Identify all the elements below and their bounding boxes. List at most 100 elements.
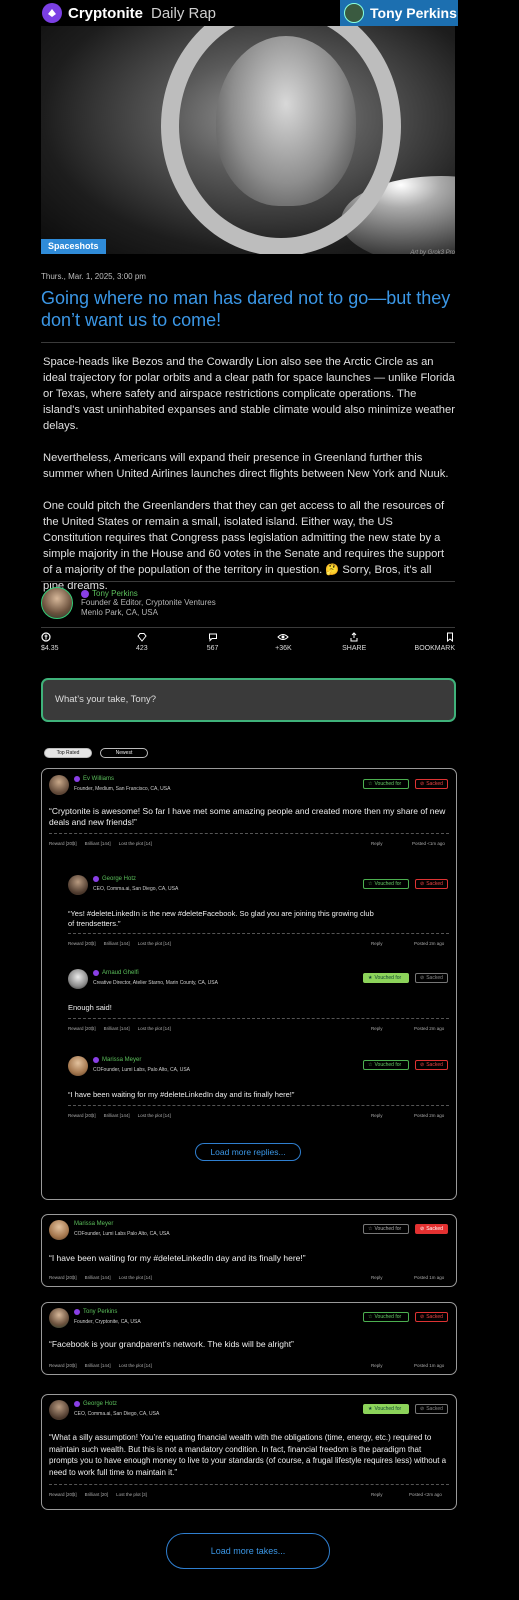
- author-name[interactable]: Tony Perkins: [92, 589, 138, 598]
- reward-button[interactable]: Reward [20₿]: [68, 1026, 96, 1031]
- vouch-button[interactable]: ☆ Vouched for: [363, 1312, 409, 1322]
- vouch-label: Vouched for: [374, 1226, 402, 1232]
- reply-button[interactable]: Reply: [371, 1363, 383, 1368]
- reply-button[interactable]: Reply: [371, 941, 383, 946]
- vouch-button[interactable]: ☆ Vouched for: [363, 779, 409, 789]
- lost-plot-button[interactable]: Lost the plot [3]: [116, 1492, 147, 1497]
- article-stats: $4.35 423 567 +36K SHARE BOOKMARK: [41, 632, 455, 658]
- verified-icon: [93, 970, 99, 976]
- ban-icon: ⊘: [420, 1406, 425, 1412]
- brilliant-button[interactable]: Brilliant [144]: [104, 1026, 130, 1031]
- comment-reactions: Reward [20₿] Brilliant [144] Lost the pl…: [68, 1026, 171, 1031]
- filter-top-rated[interactable]: Top Rated: [44, 748, 92, 758]
- vouch-button[interactable]: ☆ Vouched for: [363, 1224, 409, 1234]
- vouch-button[interactable]: ☆ Vouched for: [363, 1060, 409, 1070]
- reward-button[interactable]: Reward [20₿]: [49, 841, 77, 846]
- brilliant-button[interactable]: Brilliant [144]: [85, 1275, 111, 1280]
- user-name: Tony Perkins: [370, 5, 457, 21]
- comments-stat[interactable]: 567: [183, 632, 243, 658]
- author-role: Founder & Editor, Cryptonite Ventures: [81, 598, 216, 607]
- lost-plot-button[interactable]: Lost the plot [14]: [138, 1113, 171, 1118]
- reply-button[interactable]: Reply: [371, 1275, 383, 1280]
- lost-plot-button[interactable]: Lost the plot [14]: [119, 841, 152, 846]
- sack-label: Sacked: [426, 881, 443, 887]
- astronaut-face: [216, 36, 356, 206]
- user-menu[interactable]: Tony Perkins: [340, 0, 458, 26]
- commenter-name[interactable]: Arnaud Ghelfi: [102, 970, 139, 976]
- divider: [49, 833, 449, 834]
- vouch-label: Vouched for: [374, 1314, 402, 1320]
- sack-button[interactable]: ⊘ Sacked: [415, 973, 448, 983]
- load-more-takes-button[interactable]: Load more takes...: [166, 1533, 330, 1569]
- commenter-avatar[interactable]: [49, 1308, 69, 1328]
- reply-button[interactable]: Reply: [371, 841, 383, 846]
- sack-button[interactable]: ⊘ Sacked: [415, 1312, 448, 1322]
- brilliant-button[interactable]: Brilliant [144]: [85, 1363, 111, 1368]
- comment: Ev Williams Founder, Medium, San Francis…: [49, 775, 449, 863]
- image-credit: Art by Grok3 Pro: [410, 250, 455, 256]
- author-avatar[interactable]: [41, 587, 73, 619]
- commenter-name[interactable]: Marissa Meyer: [74, 1221, 113, 1227]
- brilliant-button[interactable]: Brilliant [144]: [85, 841, 111, 846]
- gems-value: 423: [135, 645, 148, 652]
- commenter-avatar[interactable]: [49, 1400, 69, 1420]
- sack-button[interactable]: ⊘ Sacked: [415, 1060, 448, 1070]
- sack-button[interactable]: ⊘ Sacked: [415, 879, 448, 889]
- commenter-info: Creative Director, Atelier Starno, Marin…: [93, 980, 218, 986]
- filter-newest[interactable]: Newest: [100, 748, 148, 758]
- article-date: Thurs., Mar. 1, 2025, 3:00 pm: [41, 272, 146, 281]
- comment-text: “I have been waiting for my #deleteLinke…: [49, 1253, 306, 1263]
- star-icon: ☆: [368, 1062, 373, 1068]
- commenter-info: CEO, Comma.ai, San Diego, CA, USA: [93, 886, 179, 892]
- commenter-avatar[interactable]: [68, 1056, 88, 1076]
- brilliant-button[interactable]: Brilliant [20]: [85, 1492, 109, 1497]
- commenter-name[interactable]: Marissa Meyer: [102, 1057, 141, 1063]
- reward-button[interactable]: Reward [20₿]: [49, 1492, 77, 1497]
- ban-icon: ⊘: [420, 1062, 425, 1068]
- divider: [68, 933, 449, 934]
- bookmark-button[interactable]: BOOKMARK: [395, 632, 455, 658]
- share-button[interactable]: SHARE: [324, 632, 384, 658]
- comment: Marissa Meyer COFounder, Lumi Labs Palo …: [49, 1220, 449, 1282]
- commenter-avatar[interactable]: [49, 1220, 69, 1240]
- divider: [41, 581, 455, 582]
- sack-button[interactable]: ⊘ Sacked: [415, 779, 448, 789]
- reward-button[interactable]: Reward [20₿]: [68, 941, 96, 946]
- reply-button[interactable]: Reply: [371, 1492, 383, 1497]
- commenter-name[interactable]: George Hotz: [83, 1401, 117, 1407]
- views-stat[interactable]: +36K: [253, 632, 313, 658]
- commenter-avatar[interactable]: [68, 969, 88, 989]
- load-more-replies-button[interactable]: Load more replies...: [195, 1143, 301, 1161]
- commenter-name[interactable]: Ev Williams: [83, 776, 114, 782]
- vouch-button[interactable]: ★ Vouched for: [363, 973, 409, 983]
- eye-icon: [277, 634, 290, 640]
- commenter-name[interactable]: Tony Perkins: [83, 1309, 117, 1315]
- commenter-avatar[interactable]: [68, 875, 88, 895]
- diamond-icon: [137, 633, 147, 642]
- commenter-name[interactable]: George Hotz: [102, 876, 136, 882]
- reply-button[interactable]: Reply: [371, 1026, 383, 1031]
- category-tag[interactable]: Spaceshots: [41, 239, 106, 254]
- lost-plot-button[interactable]: Lost the plot [14]: [138, 1026, 171, 1031]
- take-input[interactable]: What’s your take, Tony?: [41, 678, 456, 722]
- lost-plot-button[interactable]: Lost the plot [14]: [119, 1275, 152, 1280]
- vouch-label: Vouched for: [374, 781, 402, 787]
- sack-button[interactable]: ⊘ Sacked: [415, 1224, 448, 1234]
- comment: Tony Perkins Founder, Cryptonite, CA, US…: [49, 1308, 449, 1370]
- divider: [41, 342, 455, 343]
- brand[interactable]: Cryptonite Daily Rap: [42, 3, 216, 23]
- tips-stat[interactable]: $4.35: [41, 632, 101, 658]
- sack-button[interactable]: ⊘ Sacked: [415, 1404, 448, 1414]
- reward-button[interactable]: Reward [20₿]: [68, 1113, 96, 1118]
- reward-button[interactable]: Reward [20₿]: [49, 1363, 77, 1368]
- vouch-button[interactable]: ★ Vouched for: [363, 1404, 409, 1414]
- brilliant-button[interactable]: Brilliant [144]: [104, 1113, 130, 1118]
- commenter-avatar[interactable]: [49, 775, 69, 795]
- vouch-button[interactable]: ☆ Vouched for: [363, 879, 409, 889]
- gems-stat[interactable]: 423: [112, 632, 172, 658]
- lost-plot-button[interactable]: Lost the plot [14]: [138, 941, 171, 946]
- reward-button[interactable]: Reward [20₿]: [49, 1275, 77, 1280]
- reply-button[interactable]: Reply: [371, 1113, 383, 1118]
- lost-plot-button[interactable]: Lost the plot [14]: [119, 1363, 152, 1368]
- brilliant-button[interactable]: Brilliant [144]: [104, 941, 130, 946]
